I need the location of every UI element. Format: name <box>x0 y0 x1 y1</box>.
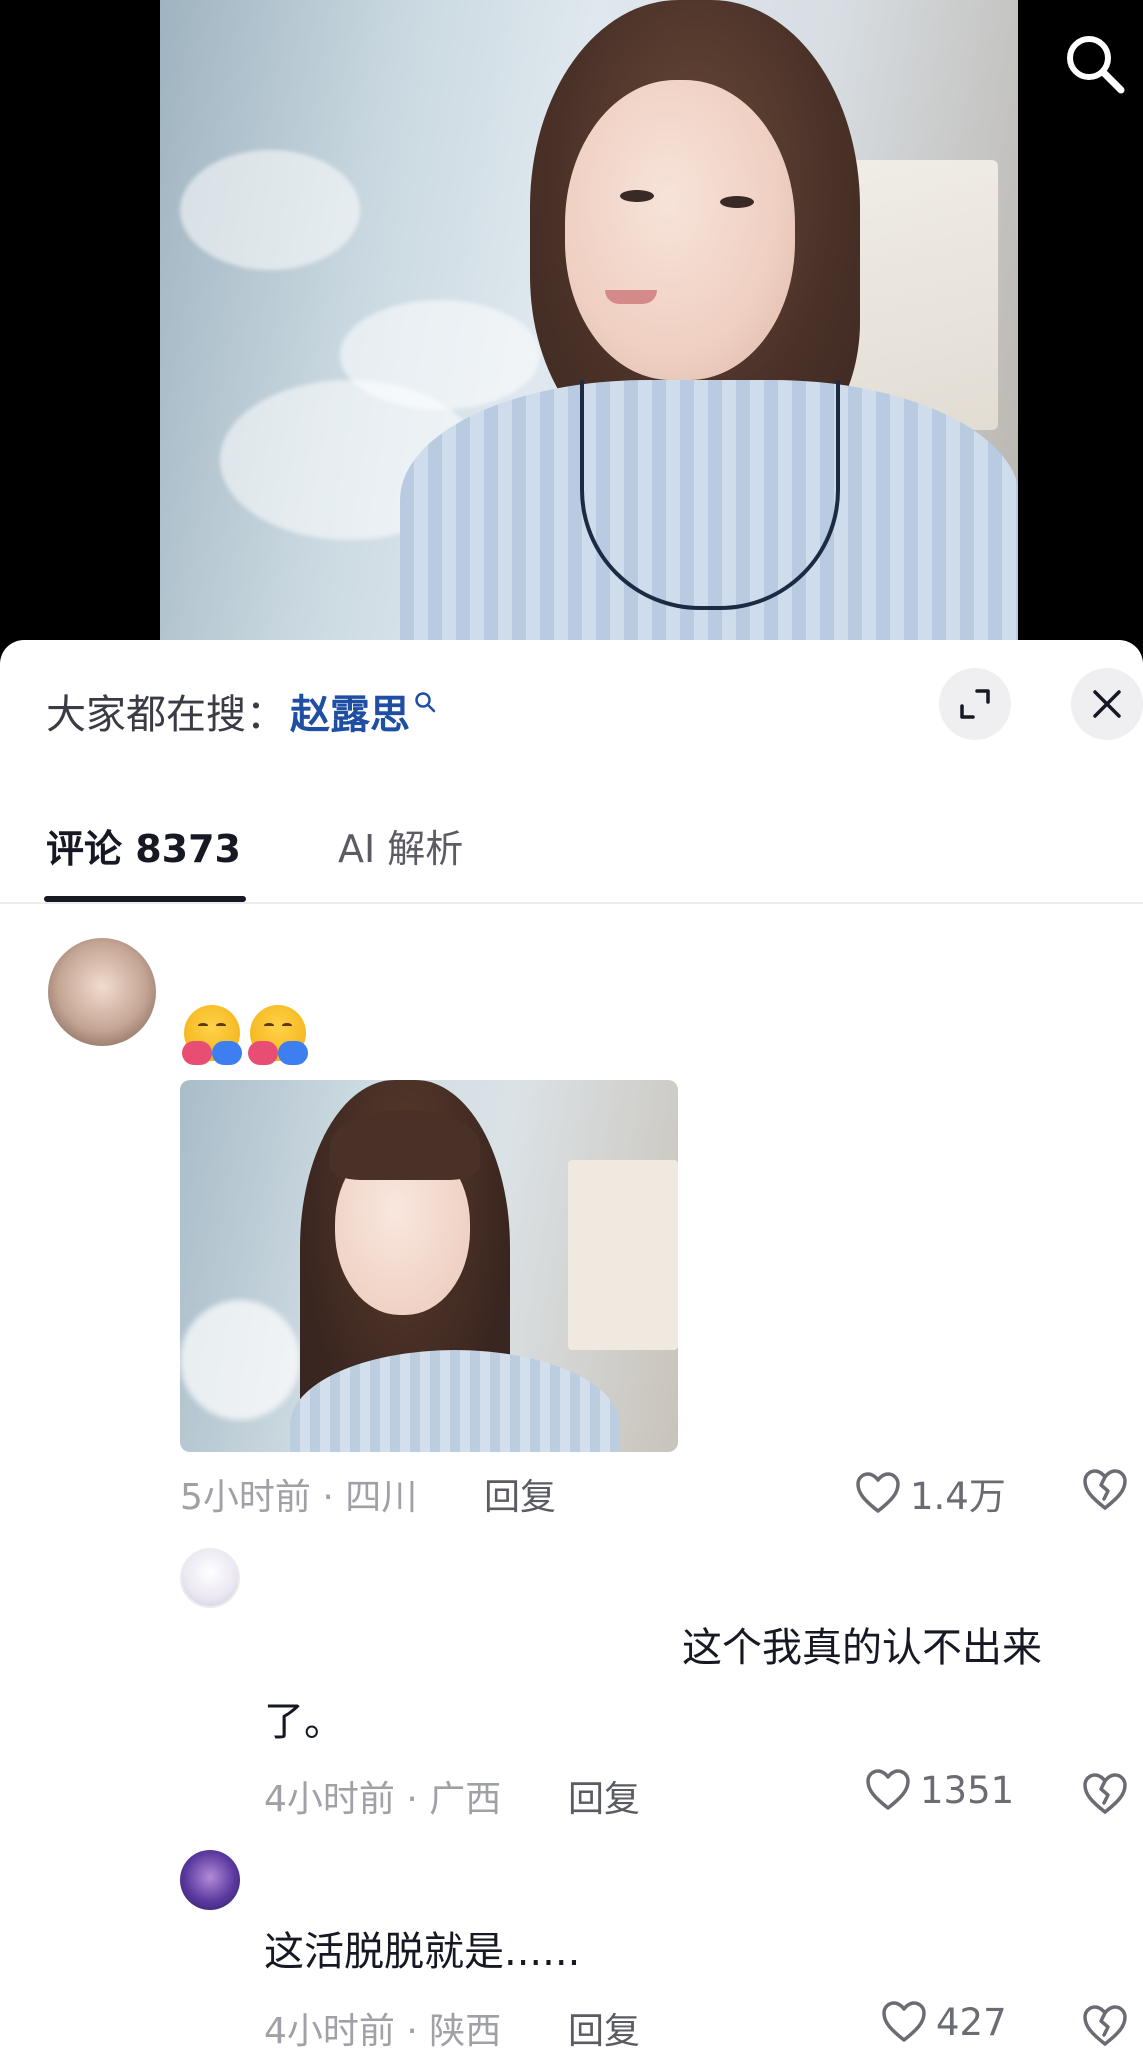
avatar[interactable] <box>180 1850 240 1910</box>
hot-search-link[interactable]: 大家都在搜： 赵露思 <box>46 682 436 740</box>
comment-image[interactable] <box>180 1080 678 1452</box>
comment-text: 这活脱脱就是...... <box>264 1929 581 1975</box>
pajama-collar <box>580 380 840 610</box>
close-icon <box>1093 690 1121 718</box>
heart-icon <box>856 1472 900 1513</box>
dislike-button[interactable] <box>1080 1466 1130 1516</box>
comment-tabs: 评论 8373 AI 解析 <box>0 788 1143 904</box>
mini-search-icon <box>415 692 436 713</box>
comment-meta: 4小时前 · 广西 <box>264 1779 502 1820</box>
heart-icon <box>882 2001 926 2042</box>
avatar[interactable] <box>48 938 156 1046</box>
like-button[interactable]: 1.4万 <box>854 1466 1006 1520</box>
expand-button[interactable] <box>939 668 1011 740</box>
crystal-decoration <box>340 300 540 410</box>
hot-search-keyword[interactable]: 赵露思 <box>290 682 410 740</box>
hugging-face-emoji <box>248 1005 308 1065</box>
comment-text: 了。 <box>264 1699 344 1745</box>
tab-comments[interactable]: 评论 8373 <box>46 818 241 873</box>
hot-search-prefix: 大家都在搜： <box>46 692 286 738</box>
comment-meta: 4小时前 · 陕西 <box>264 2011 502 2052</box>
comment-sheet: 大家都在搜： 赵露思 评论 8373 AI 解析 5小时前 · 四川 回复 1.… <box>0 640 1143 2072</box>
video-frame[interactable] <box>160 0 1018 660</box>
close-button[interactable] <box>1071 668 1143 740</box>
like-button[interactable]: 427 <box>880 2000 1007 2044</box>
search-button[interactable] <box>1059 28 1131 100</box>
tab-ai-analysis[interactable]: AI 解析 <box>338 818 463 873</box>
comment-meta: 5小时前 · 四川 <box>180 1477 418 1518</box>
like-count: 1351 <box>920 1768 1015 1812</box>
expand-icon <box>960 689 990 719</box>
active-tab-indicator <box>44 896 246 902</box>
person-eye <box>720 196 754 208</box>
heart-icon <box>866 1769 910 1810</box>
reply-button[interactable]: 回复 <box>484 1468 556 1520</box>
like-count: 427 <box>936 2000 1007 2044</box>
person-eye <box>620 190 654 202</box>
person-mouth <box>605 290 657 304</box>
crystal-decoration <box>180 150 360 270</box>
person-face <box>565 80 795 380</box>
broken-heart-icon <box>1083 2005 1127 2046</box>
hugging-face-emoji <box>182 1005 242 1065</box>
like-count: 1.4万 <box>910 1475 1006 1518</box>
video-player[interactable] <box>0 0 1143 660</box>
search-icon <box>1067 36 1125 94</box>
broken-heart-icon <box>1083 1469 1127 1510</box>
dislike-button[interactable] <box>1080 2002 1130 2052</box>
avatar[interactable] <box>180 1548 240 1608</box>
broken-heart-icon <box>1083 1773 1127 1814</box>
reply-button[interactable]: 回复 <box>568 2002 640 2054</box>
reply-button[interactable]: 回复 <box>568 1770 640 1822</box>
like-button[interactable]: 1351 <box>864 1768 1014 1812</box>
comment-text: 这个我真的认不出来 <box>682 1625 1042 1671</box>
dislike-button[interactable] <box>1080 1770 1130 1820</box>
